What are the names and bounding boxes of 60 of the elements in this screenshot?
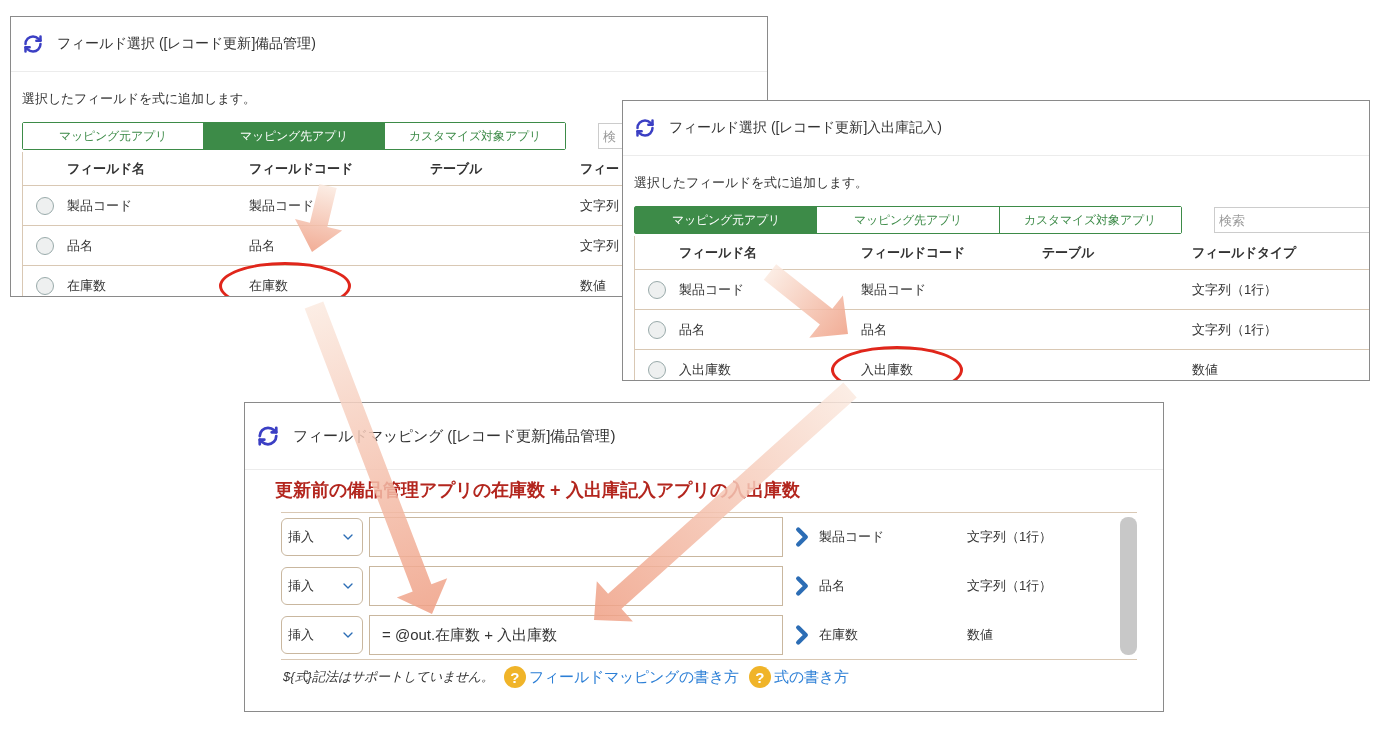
refresh-icon[interactable] <box>257 425 279 447</box>
scrollbar[interactable] <box>1120 517 1137 655</box>
refresh-icon[interactable] <box>635 118 655 138</box>
formula-field[interactable]: = @out.在庫数 + 入出庫数 <box>369 615 783 655</box>
column-header: フィールド名 <box>679 243 757 262</box>
radio-button[interactable] <box>36 236 54 255</box>
table-cell: 数値 <box>1192 360 1218 379</box>
column-header: テーブル <box>430 159 482 178</box>
annotation-text: 更新前の備品管理アプリの在庫数 + 入出庫記入アプリの入出庫数 <box>275 479 801 502</box>
table-cell: 文字列 <box>580 196 619 215</box>
insert-select[interactable]: 挿入 <box>281 518 363 556</box>
column-header: フィールドコード <box>249 159 353 178</box>
column-header: フィールドタイプ <box>1192 243 1296 262</box>
dialog-title: フィールド選択 ([レコード更新]備品管理) <box>57 35 316 53</box>
column-header: フィー <box>580 159 619 178</box>
dialog-title: フィールド選択 ([レコード更新]入出庫記入) <box>669 119 942 137</box>
help-link[interactable]: ? 式の書き方 <box>748 666 849 688</box>
column-header: フィールド名 <box>67 159 145 178</box>
field-type: 文字列（1行） <box>967 577 1053 595</box>
field-name: 品名 <box>819 577 846 595</box>
radio-button[interactable] <box>36 196 54 215</box>
app-tab[interactable]: マッピング元アプリ <box>635 207 817 233</box>
insert-select[interactable]: 挿入 <box>281 616 363 654</box>
field-type: 文字列（1行） <box>967 528 1053 546</box>
radio-button[interactable] <box>648 360 666 379</box>
help-icon: ? <box>748 666 771 688</box>
app-tab[interactable]: マッピング先アプリ <box>203 123 384 149</box>
table-cell: 入出庫数 <box>679 360 731 379</box>
description-text: 選択したフィールドを式に追加します。 <box>634 174 869 192</box>
help-link[interactable]: ? フィールドマッピングの書き方 <box>503 666 739 688</box>
table-cell: 文字列（1行） <box>1192 320 1278 339</box>
table-cell: 品名 <box>67 236 93 255</box>
insert-select[interactable]: 挿入 <box>281 567 363 605</box>
table-cell: 製品コード <box>67 196 132 215</box>
table-cell: 製品コード <box>249 196 314 215</box>
radio-button[interactable] <box>648 280 666 299</box>
search-field[interactable]: 検索 <box>1214 207 1369 233</box>
app-tab[interactable]: カスタマイズ対象アプリ <box>998 207 1181 233</box>
help-icon: ? <box>503 666 526 688</box>
arrow <box>295 183 343 252</box>
note-text: ${式}記法はサポートしていません。 <box>283 668 494 686</box>
radio-button[interactable] <box>36 276 54 295</box>
app-tab[interactable]: カスタマイズ対象アプリ <box>384 123 565 149</box>
field-name: 製品コード <box>819 528 885 546</box>
table-cell: 品名 <box>861 320 887 339</box>
table-cell: 品名 <box>249 236 275 255</box>
column-header: フィールドコード <box>861 243 965 262</box>
table-cell: 文字列（1行） <box>1192 280 1278 299</box>
table-cell: 製品コード <box>679 280 744 299</box>
table-cell: 製品コード <box>861 280 926 299</box>
table-cell: 在庫数 <box>67 276 106 295</box>
table-cell: 数値 <box>580 276 606 295</box>
field-name: 在庫数 <box>819 626 859 644</box>
table-cell: 品名 <box>679 320 705 339</box>
column-header: テーブル <box>1042 243 1094 262</box>
refresh-icon[interactable] <box>23 34 43 54</box>
table-cell: 文字列 <box>580 236 619 255</box>
field-type: 数値 <box>967 626 993 644</box>
radio-button[interactable] <box>648 320 666 339</box>
description-text: 選択したフィールドを式に追加します。 <box>22 90 257 108</box>
